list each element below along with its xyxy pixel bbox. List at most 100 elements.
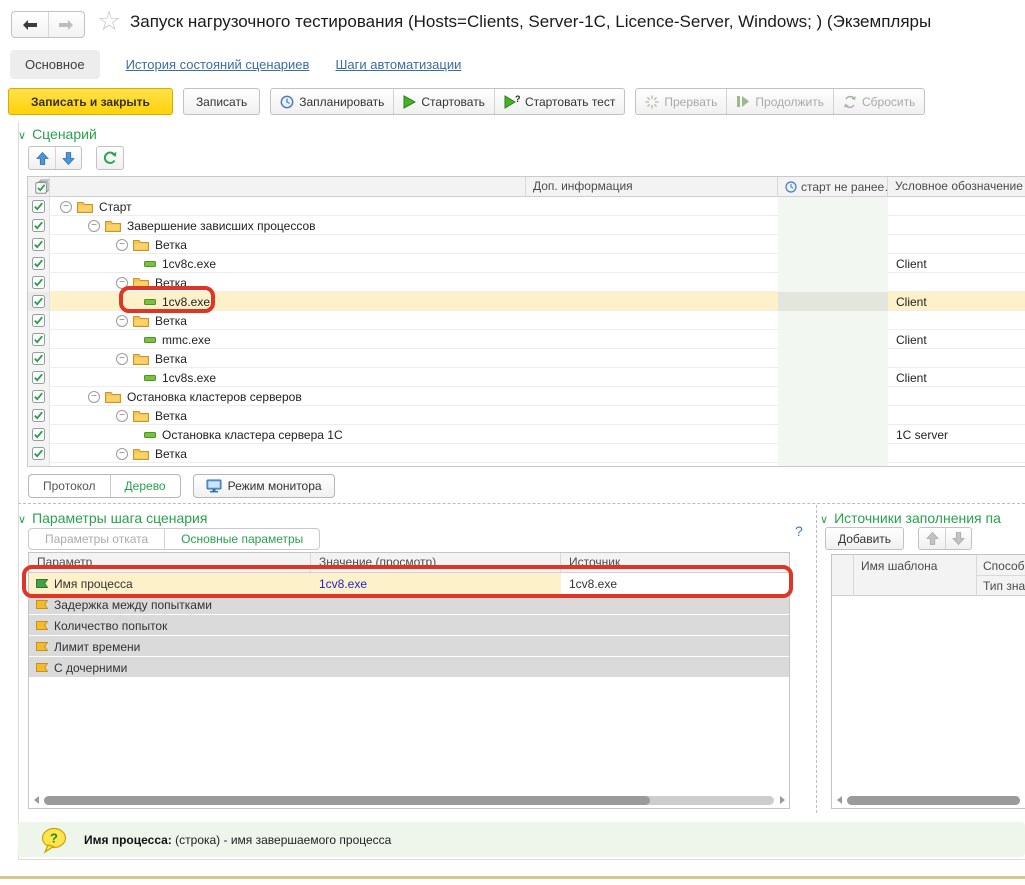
- row-checkbox[interactable]: [28, 463, 50, 467]
- favorite-star-icon[interactable]: ☆: [97, 6, 121, 37]
- row-checkbox[interactable]: [28, 216, 50, 235]
- save-and-close-button[interactable]: Записать и закрыть: [8, 88, 173, 115]
- param-name-cell[interactable]: Имя процесса: [29, 573, 311, 594]
- reset-button[interactable]: Сбросить: [833, 89, 924, 114]
- tree-row[interactable]: − Завершение зависших процессов: [28, 216, 1025, 235]
- param-row[interactable]: С дочерними: [29, 657, 789, 678]
- param-value-cell[interactable]: 1cv8.exe: [311, 573, 561, 594]
- move-down-button[interactable]: [55, 147, 81, 169]
- row-checkbox[interactable]: [28, 254, 50, 273]
- tree-item[interactable]: − Остановка кластера сервера 1С: [50, 425, 526, 444]
- tree-row[interactable]: − Ветка: [28, 349, 1025, 368]
- collapse-minus-icon[interactable]: −: [88, 220, 100, 232]
- value-column-header[interactable]: Значение (просмотр): [311, 553, 561, 573]
- param-value-cell[interactable]: [311, 615, 561, 636]
- param-source-cell[interactable]: [561, 594, 789, 615]
- move-up-button[interactable]: [29, 147, 55, 169]
- help-question-mark[interactable]: ?: [795, 523, 803, 539]
- tree-item[interactable]: − Остановка кластеров серверов: [50, 387, 526, 406]
- row-checkbox[interactable]: [28, 311, 50, 330]
- start-button[interactable]: Стартовать: [393, 89, 494, 114]
- param-column-header[interactable]: Параметр: [29, 553, 311, 573]
- param-source-cell[interactable]: [561, 615, 789, 636]
- collapse-minus-icon[interactable]: −: [88, 391, 100, 403]
- fs-move-down-button[interactable]: [945, 528, 971, 549]
- tree-item[interactable]: − mmc.exe: [50, 330, 526, 349]
- row-checkbox[interactable]: [28, 368, 50, 387]
- param-name-cell[interactable]: Количество попыток: [29, 615, 311, 636]
- tree-item[interactable]: − Старт: [50, 197, 526, 216]
- collapse-minus-icon[interactable]: −: [116, 448, 128, 460]
- row-checkbox[interactable]: [28, 387, 50, 406]
- tree-row[interactable]: − Остановка кластера сервера 1С 1C serve…: [28, 425, 1025, 444]
- fill-sources-section-header[interactable]: ∨Источники заполнения па: [820, 510, 1025, 526]
- row-checkbox[interactable]: [28, 273, 50, 292]
- add-button[interactable]: Добавить: [825, 527, 904, 550]
- collapse-minus-icon[interactable]: −: [60, 201, 72, 213]
- unit-designation-column-header[interactable]: Условное обозначение ед: [888, 177, 1025, 197]
- tree-row[interactable]: − Ветка: [28, 273, 1025, 292]
- interrupt-button[interactable]: Прервать: [636, 89, 726, 114]
- tree-item[interactable]: − Ветка: [50, 273, 526, 292]
- tree-row[interactable]: − mmc.exe Client: [28, 330, 1025, 349]
- tree-item[interactable]: − 1cv8s.exe: [50, 368, 526, 387]
- tab-automation-steps[interactable]: Шаги автоматизации: [335, 57, 461, 72]
- source-column-header[interactable]: Источник: [561, 553, 789, 573]
- tab-tree[interactable]: Дерево: [110, 475, 180, 497]
- save-button[interactable]: Записать: [183, 88, 260, 115]
- vertical-splitter[interactable]: [816, 505, 817, 813]
- row-checkbox[interactable]: [28, 330, 50, 349]
- param-row[interactable]: Количество попыток: [29, 615, 789, 636]
- collapse-minus-icon[interactable]: −: [116, 467, 128, 468]
- scroll-left-icon[interactable]: [31, 795, 41, 805]
- collapse-minus-icon[interactable]: −: [116, 277, 128, 289]
- tree-item[interactable]: − Ветка: [50, 311, 526, 330]
- row-checkbox[interactable]: [28, 197, 50, 216]
- param-value-cell[interactable]: [311, 594, 561, 615]
- tab-states-history[interactable]: История состояний сценариев: [126, 57, 310, 72]
- step-params-section-header[interactable]: ∨Параметры шага сценария: [18, 510, 207, 526]
- collapse-minus-icon[interactable]: −: [116, 410, 128, 422]
- param-row[interactable]: Лимит времени: [29, 636, 789, 657]
- param-row[interactable]: Имя процесса 1cv8.exe 1cv8.exe: [29, 573, 789, 594]
- tree-item[interactable]: − Завершение зависших процессов: [50, 216, 526, 235]
- forward-button[interactable]: [48, 12, 85, 37]
- scroll-right-icon[interactable]: [777, 795, 787, 805]
- param-row[interactable]: Задержка между попытками: [29, 594, 789, 615]
- collapse-minus-icon[interactable]: −: [116, 353, 128, 365]
- tab-rollback-params[interactable]: Параметры отката: [29, 529, 164, 549]
- check-all-header[interactable]: [28, 177, 50, 197]
- start-not-earlier-column-header[interactable]: старт не ранее…: [778, 177, 888, 197]
- row-checkbox[interactable]: [28, 349, 50, 368]
- tree-column-header[interactable]: [50, 177, 526, 197]
- tree-row[interactable]: − Ветка: [28, 311, 1025, 330]
- tree-item[interactable]: − 1cv8.exe: [50, 292, 526, 311]
- tree-row[interactable]: − Остановка кластеров серверов: [28, 387, 1025, 406]
- tree-item[interactable]: −: [50, 463, 526, 467]
- tab-main-params[interactable]: Основные параметры: [164, 529, 319, 549]
- tree-row[interactable]: − Старт: [28, 197, 1025, 216]
- tree-item[interactable]: − 1cv8c.exe: [50, 254, 526, 273]
- refresh-button[interactable]: [96, 146, 124, 170]
- tree-item[interactable]: − Ветка: [50, 235, 526, 254]
- row-checkbox[interactable]: [28, 406, 50, 425]
- scenario-section-header[interactable]: ∨Сценарий: [18, 126, 97, 142]
- param-name-cell[interactable]: Лимит времени: [29, 636, 311, 657]
- fs-move-up-button[interactable]: [919, 528, 945, 549]
- param-name-cell[interactable]: С дочерними: [29, 657, 311, 678]
- param-name-cell[interactable]: Задержка между попытками: [29, 594, 311, 615]
- value-type-column-header[interactable]: Тип знач: [976, 579, 1025, 593]
- row-checkbox[interactable]: [28, 444, 50, 463]
- scroll-left-icon[interactable]: [834, 795, 844, 805]
- horizontal-splitter[interactable]: [18, 503, 1025, 504]
- tree-item[interactable]: − Ветка: [50, 444, 526, 463]
- tree-row[interactable]: − Ветка: [28, 406, 1025, 425]
- param-source-cell[interactable]: [561, 636, 789, 657]
- back-button[interactable]: [12, 12, 48, 37]
- start-test-button[interactable]: ? Стартовать тест: [494, 89, 624, 114]
- tree-item[interactable]: − Ветка: [50, 406, 526, 425]
- param-horizontal-scrollbar[interactable]: [31, 794, 787, 806]
- collapse-minus-icon[interactable]: −: [116, 239, 128, 251]
- fill-method-column-header[interactable]: Способ з: [976, 559, 1025, 573]
- row-checkbox[interactable]: [28, 425, 50, 444]
